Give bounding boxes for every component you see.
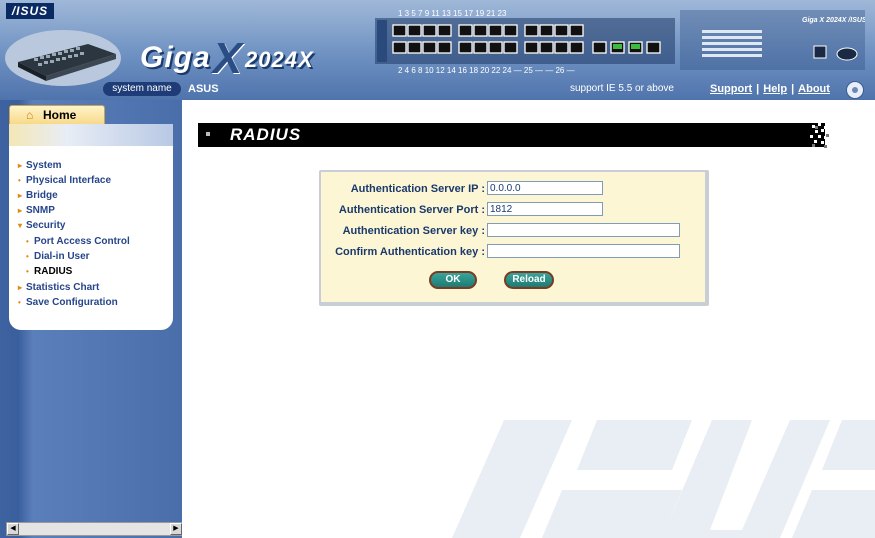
arrow-right-icon: ▸ (18, 161, 23, 170)
horizontal-scrollbar[interactable]: ◀ ▶ (6, 522, 182, 536)
link-separator: | (756, 83, 760, 95)
system-name-value: ASUS (188, 83, 219, 95)
auth-server-port-input[interactable] (487, 202, 603, 216)
menu-item-save-configuration[interactable]: • Save Configuration (18, 297, 118, 308)
auth-server-ip-input[interactable] (487, 181, 603, 195)
bullet-icon: • (26, 252, 29, 261)
product-name: GigaX2024X (140, 28, 314, 83)
reload-button[interactable]: Reload (504, 271, 554, 289)
asus-watermark-logo (452, 420, 875, 538)
auth-server-port-label: Authentication Server Port : (338, 204, 485, 216)
menu-item-port-access-control[interactable]: • Port Access Control (26, 236, 130, 247)
svg-text:Giga X 2024X /ISUS: Giga X 2024X /ISUS (802, 17, 865, 24)
bullet-icon: • (26, 237, 29, 246)
auth-server-ip-label: Authentication Server IP : (350, 183, 485, 195)
support-notice: support IE 5.5 or above (570, 83, 674, 94)
radius-form: Authentication Server IP : Authenticatio… (319, 170, 709, 306)
switch-photo-icon (5, 30, 121, 86)
arrow-down-icon: ▾ (18, 221, 23, 230)
arrow-right-icon: ▸ (18, 191, 23, 200)
menu-item-radius[interactable]: • RADIUS (26, 266, 72, 277)
menu-item-statistics-chart[interactable]: ▸ Statistics Chart (18, 282, 99, 293)
menu-header-decoration (9, 124, 173, 146)
menu-item-snmp[interactable]: ▸ SNMP (18, 205, 55, 216)
scroll-right-icon[interactable]: ▶ (170, 523, 182, 535)
bullet-icon: • (18, 176, 21, 185)
title-bullet-icon (206, 132, 210, 136)
top-links: Support | Help | About (710, 82, 830, 96)
arrow-right-icon: ▸ (18, 283, 23, 292)
product-model: 2024X (245, 47, 314, 72)
port-numbers-top: 1 3 5 7 9 11 13 15 17 19 21 23 (398, 9, 507, 18)
bullet-icon: • (26, 267, 29, 276)
menu-item-security[interactable]: ▾ Security (18, 220, 65, 231)
bullet-icon: • (18, 298, 21, 307)
link-separator: | (791, 83, 795, 95)
help-link[interactable]: Help (763, 83, 787, 95)
ok-button[interactable]: OK (429, 271, 477, 289)
product-name-x: X (212, 34, 244, 83)
product-name-giga: Giga (140, 41, 211, 74)
arrow-right-icon: ▸ (18, 206, 23, 215)
menu-item-bridge[interactable]: ▸ Bridge (18, 190, 58, 201)
system-name-label: system name (103, 82, 181, 96)
navigation-menu: ▸ System • Physical Interface ▸ Bridge ▸ SNM… (9, 124, 173, 330)
scroll-left-icon[interactable]: ◀ (7, 523, 19, 535)
menu-item-physical-interface[interactable]: • Physical Interface (18, 175, 111, 186)
home-tab[interactable]: ⌂ Home (9, 105, 105, 124)
auth-server-key-input[interactable] (487, 223, 680, 237)
menu-item-system[interactable]: ▸ System (18, 160, 62, 171)
confirm-auth-key-label: Confirm Authentication key : (335, 246, 485, 258)
home-icon: ⌂ (26, 108, 34, 122)
circle-button-icon[interactable] (846, 81, 864, 99)
home-label: Home (43, 108, 77, 122)
switch-front-panel-icon: Giga X 2024X /ISUS (680, 10, 865, 70)
header-banner: /ISUS GigaX2024X 1 3 5 7 9 11 13 15 17 1… (0, 0, 875, 100)
support-link[interactable]: Support (710, 83, 752, 95)
about-link[interactable]: About (798, 83, 830, 95)
pixel-decoration-icon (810, 123, 832, 148)
menu-item-dial-in-user[interactable]: • Dial-in User (26, 251, 90, 262)
auth-server-key-label: Authentication Server key : (342, 225, 485, 237)
port-numbers-bottom: 2 4 6 8 10 12 14 16 18 20 22 24 — 25 — —… (398, 66, 575, 75)
confirm-auth-key-input[interactable] (487, 244, 680, 258)
asus-logo: /ISUS (6, 3, 54, 19)
page-title: RADIUS (230, 125, 302, 144)
